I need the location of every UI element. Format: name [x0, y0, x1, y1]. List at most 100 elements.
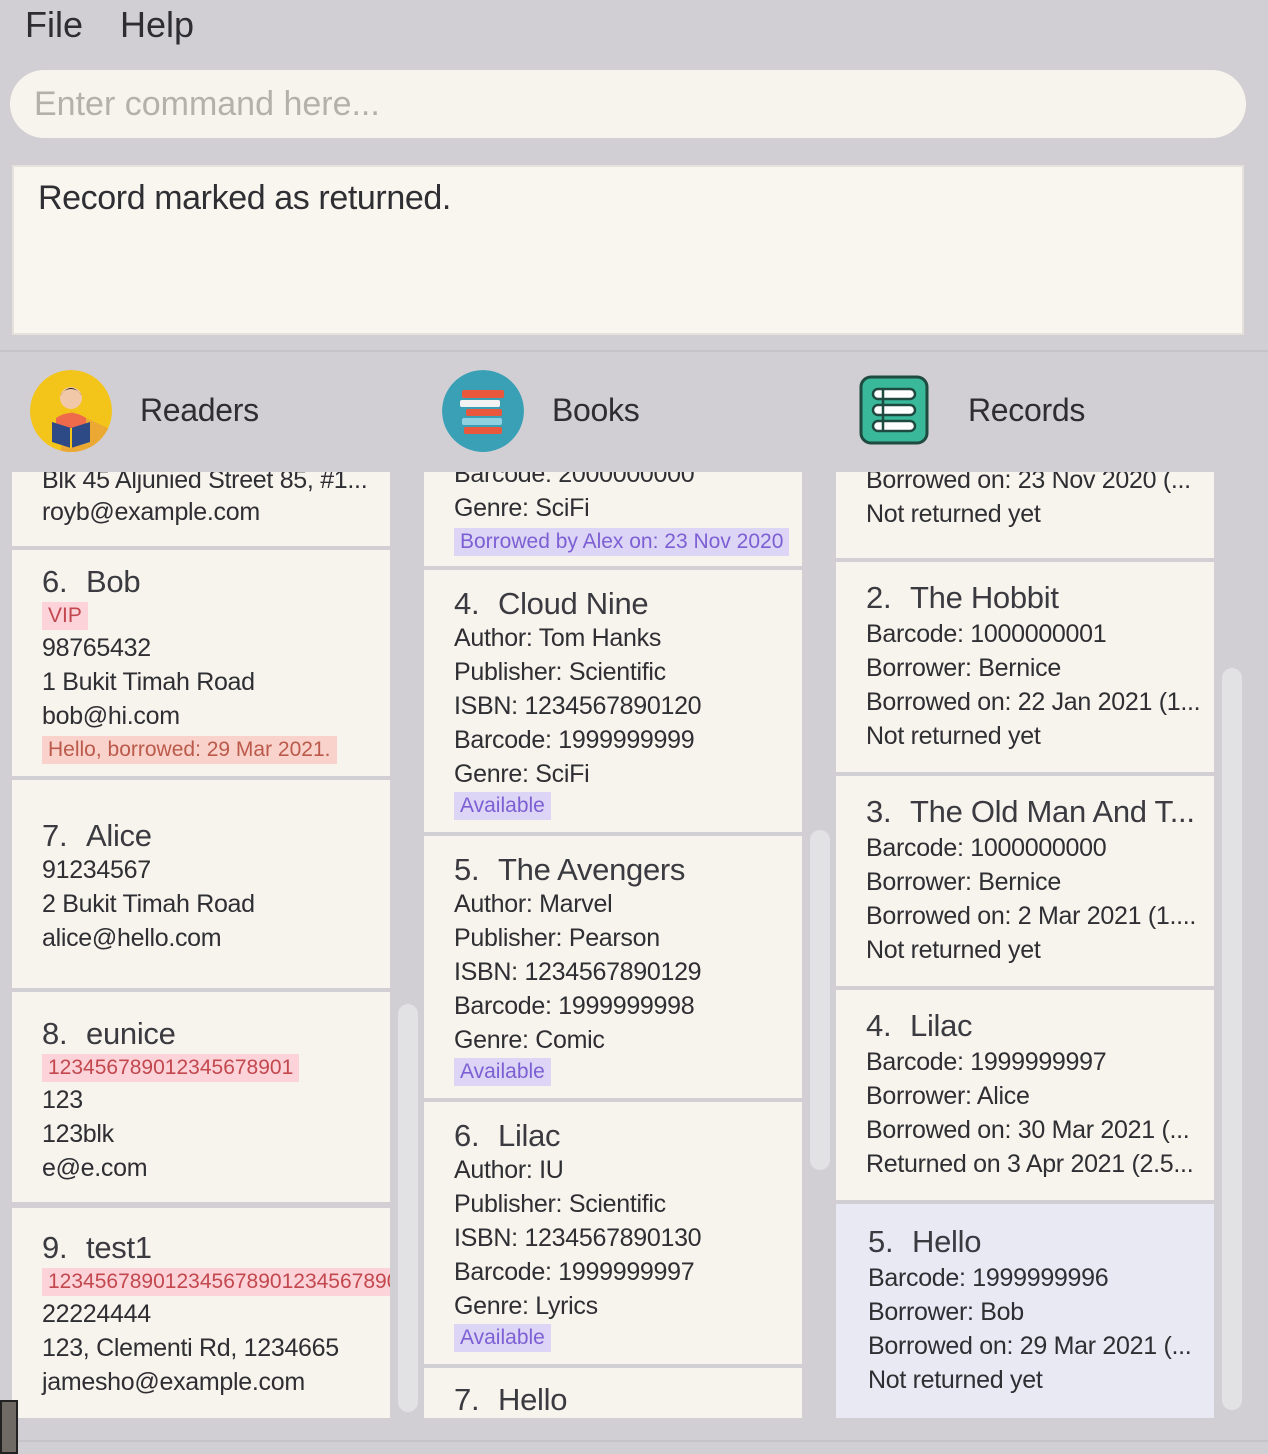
reader-address: 2 Bukit Timah Road: [42, 890, 255, 918]
reader-phone: 91234567: [42, 856, 151, 884]
list-icon: [858, 370, 940, 452]
menu-file[interactable]: File: [25, 4, 83, 46]
readers-scrollbar[interactable]: [398, 1004, 418, 1412]
reader-email: royb@example.com: [42, 498, 260, 526]
reader-borrowed-tag: Hello, borrowed: 29 Mar 2021.: [42, 736, 337, 764]
record-borrowed-on: Borrowed on: 23 Nov 2020 (...: [866, 472, 1191, 494]
reader-card-7[interactable]: 7. Alice 91234567 2 Bukit Timah Road alic…: [12, 780, 390, 988]
record-card-3[interactable]: 3. The Old Man And T... Barcode: 10000000…: [836, 776, 1214, 986]
reader-address: Blk 45 Aljunied Street 85, #1...: [42, 472, 368, 494]
record-borrowed-on: Borrowed on: 2 Mar 2021 (1....: [866, 902, 1197, 930]
book-title: 4. Cloud Nine: [454, 586, 649, 621]
section-divider: [0, 350, 1268, 352]
book-genre: Genre: Lyrics: [454, 1292, 598, 1320]
reader-avatar-icon: [30, 370, 112, 452]
book-author: Author: Marvel: [454, 890, 613, 918]
book-genre: Genre: Comic: [454, 1026, 605, 1054]
reader-card-partial[interactable]: Blk 45 Aljunied Street 85, #1... royb@ex…: [12, 472, 390, 546]
result-message: Record marked as returned.: [38, 179, 451, 217]
book-author: Author: IU: [454, 1156, 564, 1184]
record-card-4[interactable]: 4. Lilac Barcode: 1999999997 Borrower: Al…: [836, 990, 1214, 1200]
book-card-partial[interactable]: Barcode: 2000000000 Genre: SciFi Borrowe…: [424, 472, 802, 566]
reader-name: 8. eunice: [42, 1016, 176, 1051]
record-title: 3. The Old Man And T...: [866, 794, 1195, 829]
readers-header: Readers: [30, 370, 390, 454]
book-publisher: Publisher: Pearson: [454, 924, 660, 952]
record-borrowed-on: Borrowed on: 30 Mar 2021 (...: [866, 1116, 1190, 1144]
book-genre: Genre: SciFi: [454, 760, 590, 788]
books-title: Books: [552, 392, 640, 428]
records-title: Records: [968, 392, 1086, 428]
record-title: 2. The Hobbit: [866, 580, 1059, 615]
book-isbn: ISBN: 1234567890130: [454, 1224, 702, 1252]
book-barcode: Barcode: 2000000000: [454, 472, 695, 488]
book-barcode: Barcode: 1999999999: [454, 726, 695, 754]
book-card-6[interactable]: 6. Lilac Author: IU Publisher: Scientific…: [424, 1102, 802, 1364]
books-list[interactable]: Barcode: 2000000000 Genre: SciFi Borrowe…: [424, 472, 802, 1418]
reader-card-8[interactable]: 8. eunice 123456789012345678901 123 123bl…: [12, 992, 390, 1202]
books-scrollbar[interactable]: [810, 830, 830, 1170]
reader-phone: 22224444: [42, 1300, 151, 1328]
book-barcode: Barcode: 1999999998: [454, 992, 695, 1020]
reader-tag: 123456789012345678901234567890: [42, 1268, 390, 1296]
records-scrollbar[interactable]: [1222, 668, 1242, 1410]
book-status-tag: Available: [454, 1324, 551, 1352]
book-card-7[interactable]: 7. Hello: [424, 1368, 802, 1418]
books-header: Books: [442, 370, 802, 454]
reader-email: bob@hi.com: [42, 702, 180, 730]
record-return-status: Returned on 3 Apr 2021 (2.5...: [866, 1150, 1194, 1178]
record-return-status: Not returned yet: [866, 936, 1041, 964]
record-card-partial[interactable]: Borrowed on: 23 Nov 2020 (... Not return…: [836, 472, 1214, 558]
record-barcode: Barcode: 1999999996: [868, 1264, 1109, 1292]
record-return-status: Not returned yet: [868, 1366, 1043, 1394]
reader-address: 1 Bukit Timah Road: [42, 668, 255, 696]
reader-name: 6. Bob: [42, 564, 141, 599]
reader-card-6[interactable]: 6. Bob VIP 98765432 1 Bukit Timah Road bo…: [12, 550, 390, 776]
book-status-tag: Available: [454, 792, 551, 820]
book-title: 5. The Avengers: [454, 852, 686, 887]
reader-tag: 123456789012345678901: [42, 1054, 300, 1082]
reader-email: jamesho@example.com: [42, 1368, 305, 1396]
command-input[interactable]: [34, 82, 1214, 126]
record-borrower: Borrower: Alice: [866, 1082, 1030, 1110]
book-publisher: Publisher: Scientific: [454, 658, 666, 686]
book-title: 7. Hello: [454, 1382, 568, 1417]
record-return-status: Not returned yet: [866, 722, 1041, 750]
book-stack-icon: [442, 370, 524, 452]
reader-phone: 98765432: [42, 634, 151, 662]
records-header: Records: [858, 370, 1218, 454]
readers-title: Readers: [140, 392, 259, 428]
record-return-status: Not returned yet: [866, 500, 1041, 528]
book-genre: Genre: SciFi: [454, 494, 590, 522]
menu-bar: File Help: [0, 0, 1268, 52]
book-card-5[interactable]: 5. The Avengers Author: Marvel Publisher:…: [424, 836, 802, 1098]
window-corner-thumbnail: [0, 1400, 18, 1454]
reader-card-9[interactable]: 9. test1 123456789012345678901234567890 2…: [12, 1208, 390, 1418]
reader-address: 123, Clementi Rd, 1234665: [42, 1334, 339, 1362]
reader-email: e@e.com: [42, 1154, 148, 1182]
reader-name: 7. Alice: [42, 818, 152, 853]
reader-tag: VIP: [42, 602, 88, 630]
reader-address: 123blk: [42, 1120, 114, 1148]
records-list[interactable]: Borrowed on: 23 Nov 2020 (... Not return…: [836, 472, 1214, 1418]
book-card-4[interactable]: 4. Cloud Nine Author: Tom Hanks Publisher…: [424, 570, 802, 832]
record-borrower: Borrower: Bernice: [866, 868, 1061, 896]
record-borrower: Borrower: Bob: [868, 1298, 1024, 1326]
book-isbn: ISBN: 1234567890129: [454, 958, 702, 986]
record-card-2[interactable]: 2. The Hobbit Barcode: 1000000001 Borrowe…: [836, 562, 1214, 772]
book-isbn: ISBN: 1234567890120: [454, 692, 702, 720]
menu-help[interactable]: Help: [120, 4, 194, 46]
record-borrower: Borrower: Bernice: [866, 654, 1061, 682]
record-barcode: Barcode: 1000000000: [866, 834, 1107, 862]
status-bar: [0, 1440, 1268, 1454]
result-display: Record marked as returned.: [12, 165, 1244, 335]
command-box: [10, 70, 1246, 138]
readers-list[interactable]: Blk 45 Aljunied Street 85, #1... royb@ex…: [12, 472, 390, 1418]
reader-phone: 123: [42, 1086, 83, 1114]
record-borrowed-on: Borrowed on: 29 Mar 2021 (...: [868, 1332, 1192, 1360]
book-author: Author: Tom Hanks: [454, 624, 662, 652]
book-status-tag: Borrowed by Alex on: 23 Nov 2020: [454, 528, 790, 556]
reader-email: alice@hello.com: [42, 924, 222, 952]
record-card-5-selected[interactable]: 5. Hello Barcode: 1999999996 Borrower: Bo…: [836, 1204, 1214, 1418]
book-publisher: Publisher: Scientific: [454, 1190, 666, 1218]
